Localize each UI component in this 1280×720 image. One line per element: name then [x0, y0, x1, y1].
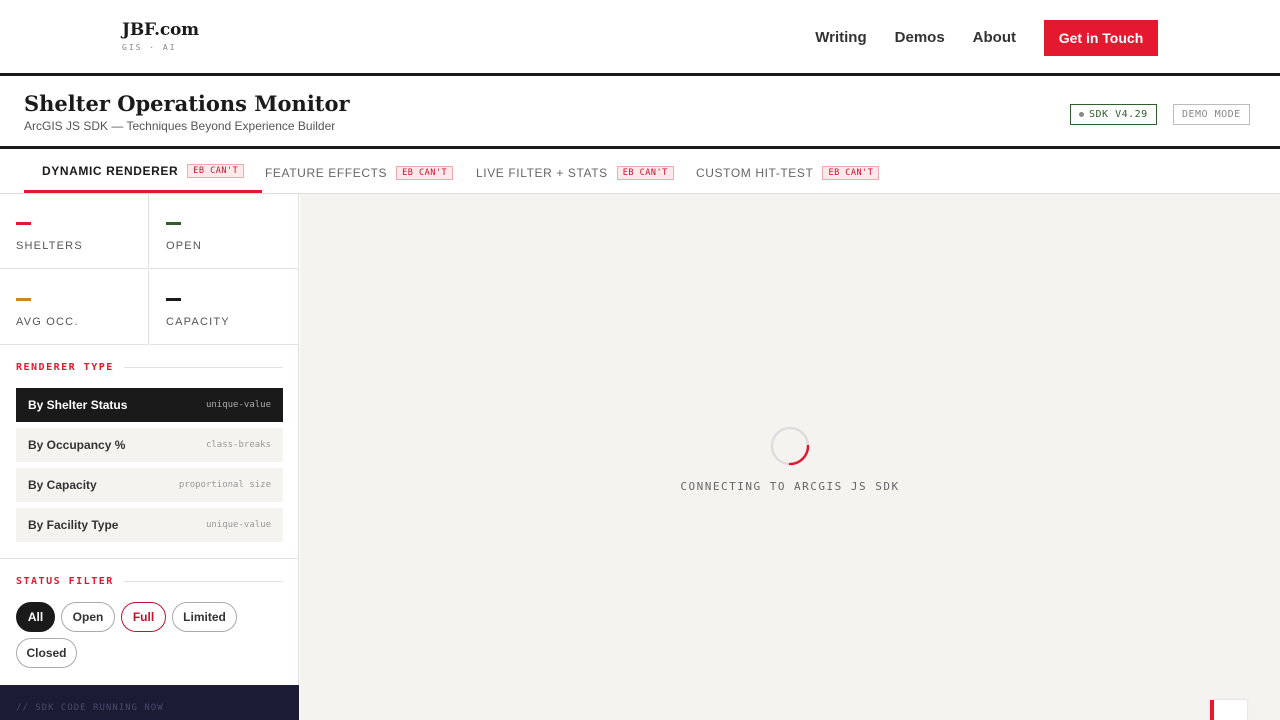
loading-spinner-icon — [770, 426, 810, 466]
stat-label: AVG OCC. — [16, 316, 79, 328]
logo-tagline: GIS · AI — [122, 43, 177, 52]
filter-chip-limited[interactable]: Limited — [172, 602, 237, 632]
tab-label: CUSTOM HIT-TEST — [696, 165, 814, 180]
nav-link-writing[interactable]: Writing — [815, 29, 866, 46]
sdk-version-badge: SDK V4.29 — [1070, 104, 1157, 125]
renderer-option-label: By Capacity — [28, 478, 97, 492]
sdk-version-label: SDK V4.29 — [1089, 109, 1148, 120]
renderer-option-type: unique-value — [205, 520, 271, 530]
nav-link-about[interactable]: About — [973, 29, 1016, 46]
renderer-option-label: By Occupancy % — [28, 438, 126, 452]
filter-chip-open[interactable]: Open — [61, 602, 115, 632]
page-title: Shelter Operations Monitor — [24, 91, 350, 116]
top-nav: JBF.com GIS · AI Writing Demos About Get… — [0, 0, 1280, 76]
renderer-option-capacity[interactable]: By Capacity proportional size — [16, 468, 283, 502]
stats-grid: SHELTERS OPEN AVG OCC. CAPACITY — [0, 194, 299, 345]
status-filter-heading: STATUS FILTER — [16, 576, 283, 587]
status-dot-icon — [1079, 112, 1084, 117]
technique-tabs: DYNAMIC RENDERER EB CAN'T FEATURE EFFECT… — [0, 152, 1280, 194]
map-view[interactable]: CONNECTING TO ARCGIS JS SDK — [300, 194, 1280, 720]
eb-cant-tag: EB CAN'T — [187, 164, 245, 178]
renderer-option-type: class-breaks — [205, 440, 271, 450]
renderer-option-occupancy[interactable]: By Occupancy % class-breaks — [16, 428, 283, 462]
stat-open: OPEN — [150, 194, 299, 269]
tab-label: DYNAMIC RENDERER — [42, 164, 179, 178]
stat-avg-occupancy: AVG OCC. — [0, 270, 149, 345]
renderer-option-facility-type[interactable]: By Facility Type unique-value — [16, 508, 283, 542]
tab-label: LIVE FILTER + STATS — [476, 165, 608, 180]
site-logo[interactable]: JBF.com GIS · AI — [122, 20, 199, 52]
section-title: RENDERER TYPE — [16, 362, 114, 373]
eb-cant-tag: EB CAN'T — [616, 165, 674, 180]
renderer-type-heading: RENDERER TYPE — [16, 362, 283, 373]
section-divider-line — [123, 581, 283, 582]
map-corner-widget[interactable] — [1210, 700, 1247, 720]
renderer-option-label: By Shelter Status — [28, 398, 128, 412]
code-comment: // SDK CODE RUNNING NOW — [16, 703, 164, 713]
stat-placeholder-dash — [16, 222, 31, 225]
control-sidebar: SHELTERS OPEN AVG OCC. CAPACITY RENDERER… — [0, 194, 299, 720]
stat-placeholder-dash — [166, 222, 181, 225]
loading-message: CONNECTING TO ARCGIS JS SDK — [680, 480, 900, 493]
logo-title: JBF.com — [122, 20, 199, 40]
get-in-touch-button[interactable]: Get in Touch — [1044, 20, 1158, 56]
tab-feature-effects[interactable]: FEATURE EFFECTS EB CAN'T — [265, 152, 454, 193]
page-header: Shelter Operations Monitor ArcGIS JS SDK… — [0, 79, 1280, 149]
filter-chip-closed[interactable]: Closed — [16, 638, 77, 668]
stat-capacity: CAPACITY — [150, 270, 299, 345]
eb-cant-tag: EB CAN'T — [822, 165, 880, 180]
filter-chip-full[interactable]: Full — [121, 602, 166, 632]
sdk-code-panel: // SDK CODE RUNNING NOW — [0, 685, 299, 720]
renderer-option-shelter-status[interactable]: By Shelter Status unique-value — [16, 388, 283, 422]
renderer-option-type: proportional size — [178, 480, 271, 490]
section-divider-line — [123, 367, 283, 368]
stat-label: SHELTERS — [16, 240, 83, 252]
tab-label: FEATURE EFFECTS — [265, 165, 388, 180]
section-divider — [0, 558, 299, 559]
tab-dynamic-renderer[interactable]: DYNAMIC RENDERER EB CAN'T — [24, 152, 263, 193]
tab-live-filter-stats[interactable]: LIVE FILTER + STATS EB CAN'T — [476, 152, 674, 193]
stat-placeholder-dash — [166, 298, 181, 301]
eb-cant-tag: EB CAN'T — [396, 165, 454, 180]
section-title: STATUS FILTER — [16, 576, 114, 587]
stat-label: CAPACITY — [166, 316, 230, 328]
demo-mode-badge: DEMO MODE — [1173, 104, 1250, 125]
nav-link-demos[interactable]: Demos — [895, 29, 945, 46]
page-subtitle: ArcGIS JS SDK — Techniques Beyond Experi… — [24, 119, 336, 133]
filter-chip-all[interactable]: All — [16, 602, 55, 632]
stat-shelters: SHELTERS — [0, 194, 149, 269]
tab-custom-hit-test[interactable]: CUSTOM HIT-TEST EB CAN'T — [696, 152, 880, 193]
renderer-option-label: By Facility Type — [28, 518, 119, 532]
stat-placeholder-dash — [16, 298, 31, 301]
stat-label: OPEN — [166, 240, 202, 252]
renderer-option-type: unique-value — [205, 400, 271, 410]
nav-links: Writing Demos About — [815, 29, 1016, 46]
